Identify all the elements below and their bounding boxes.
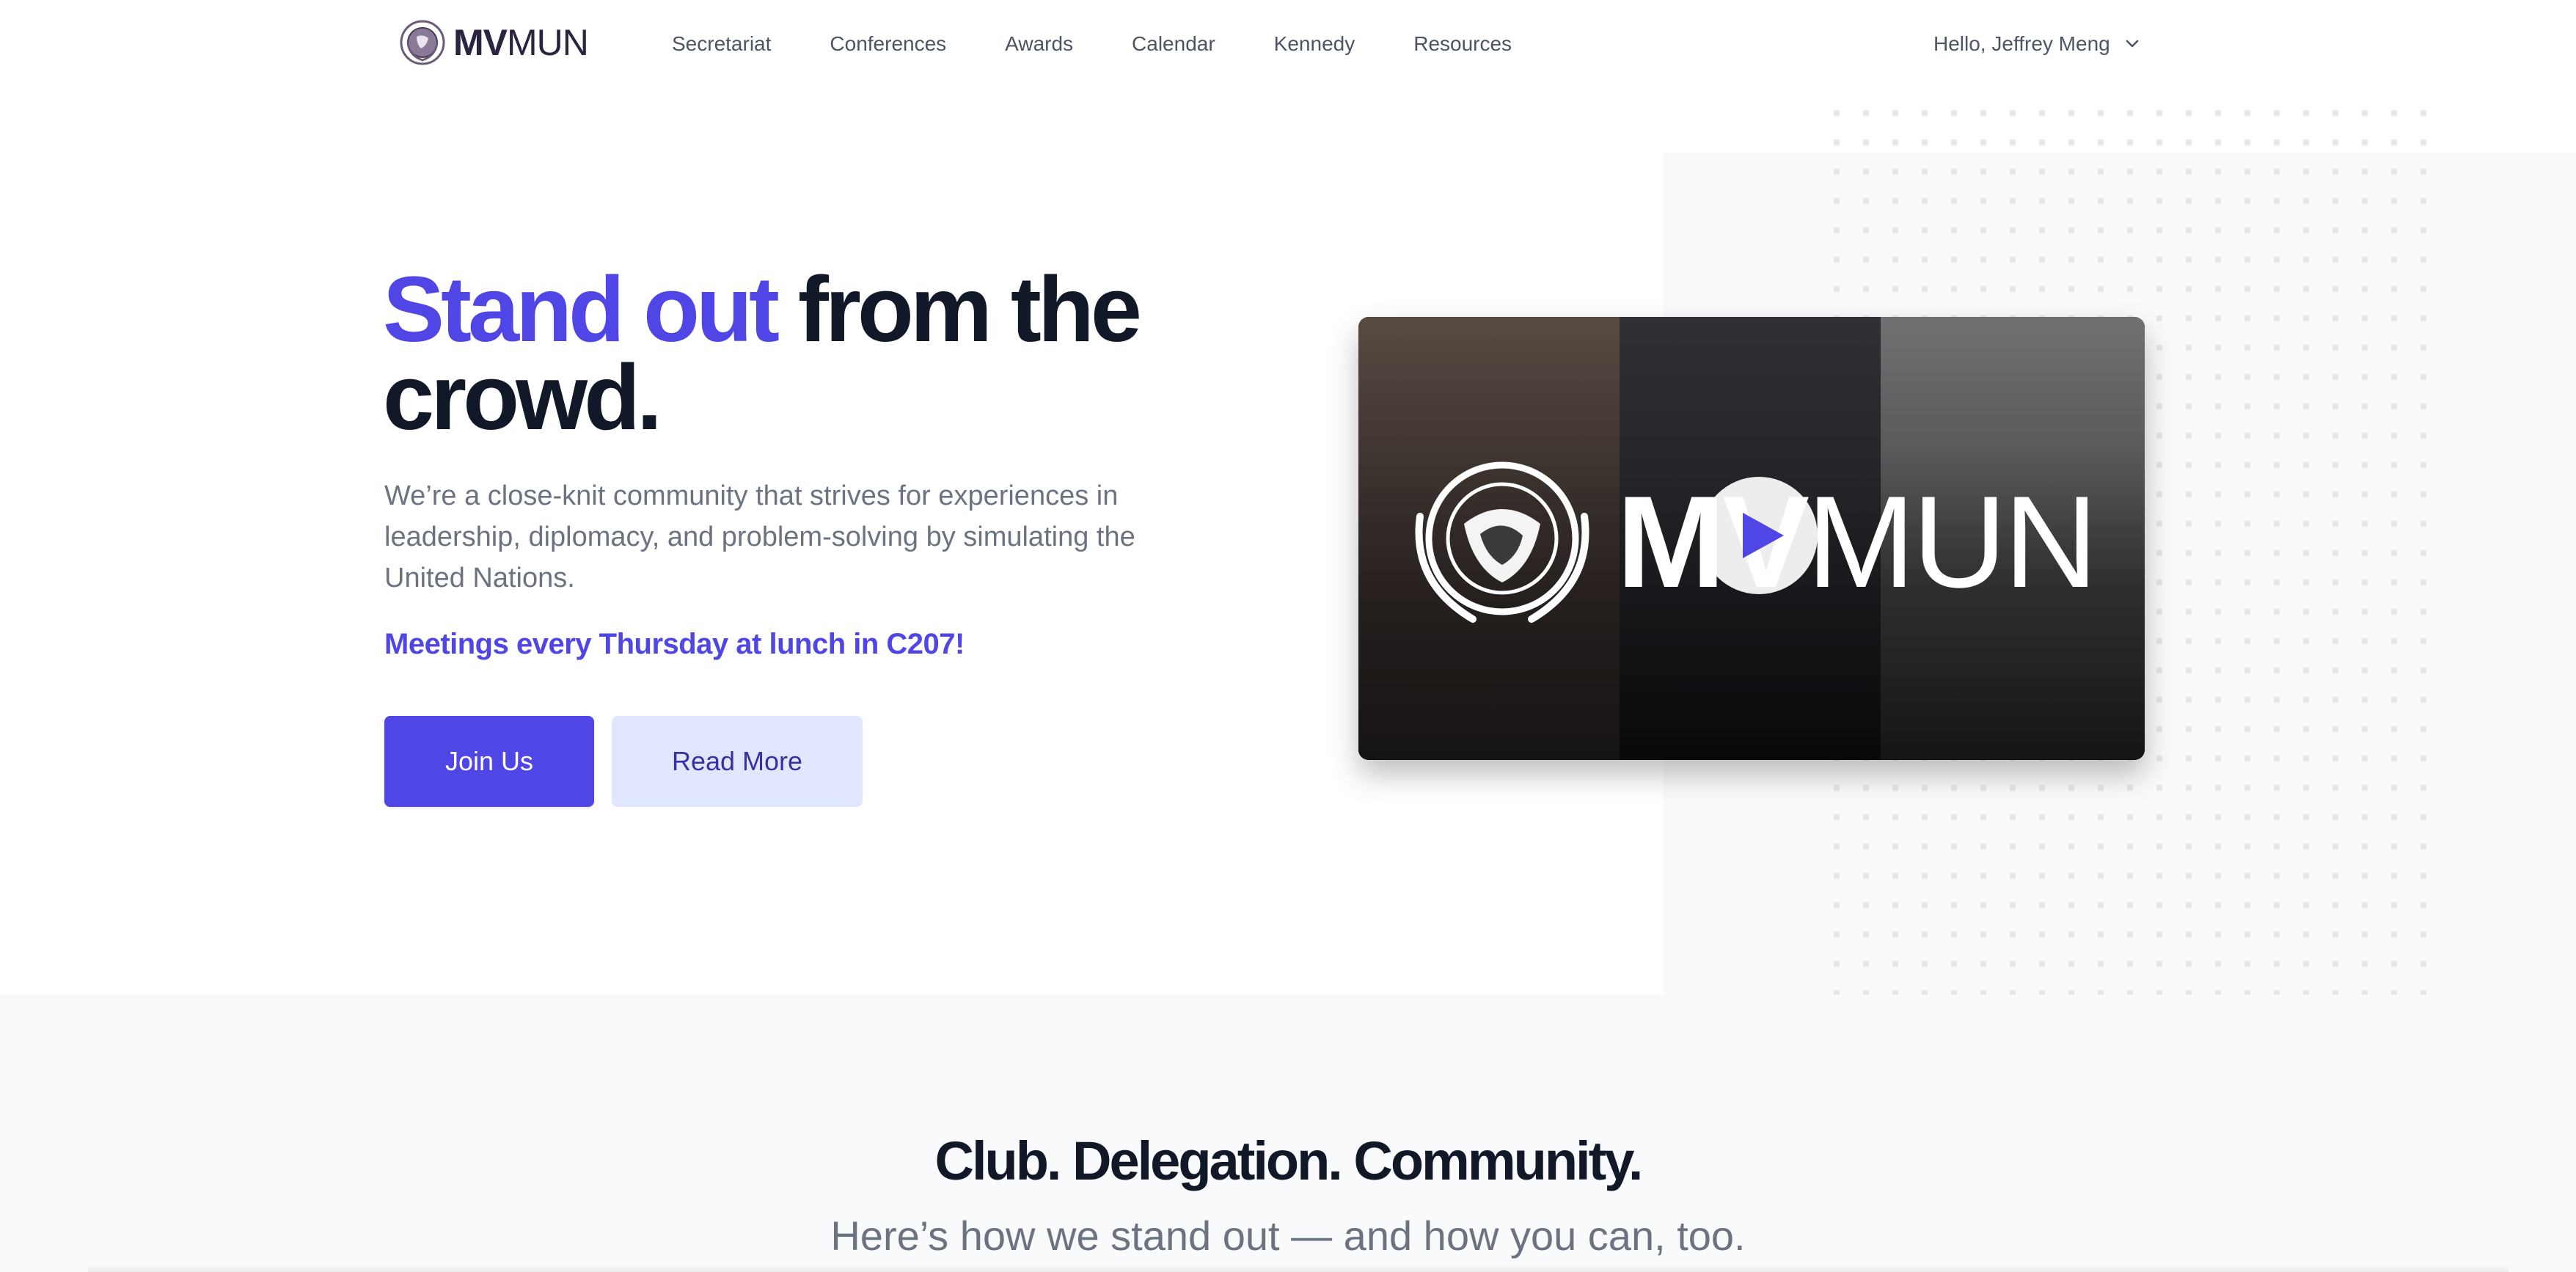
hero-description: We’re a close-knit community that strive…	[384, 480, 1135, 593]
meetings-info: Meetings every Thursday at lunch in C207…	[384, 628, 965, 660]
nav-link-calendar[interactable]: Calendar	[1132, 32, 1215, 56]
join-us-button[interactable]: Join Us	[384, 716, 594, 807]
logo-text: MVMUN	[453, 22, 589, 63]
play-icon	[1743, 513, 1784, 558]
features-subtitle: Here’s how we stand out — and how you ca…	[830, 1213, 1746, 1259]
logo[interactable]: MVMUN	[399, 19, 589, 66]
user-menu[interactable]: Hello, Jeffrey Meng	[1933, 32, 2141, 56]
user-greeting: Hello, Jeffrey Meng	[1933, 32, 2110, 55]
nav-link-secretariat[interactable]: Secretariat	[672, 32, 771, 56]
nav-link-kennedy[interactable]: Kennedy	[1274, 32, 1355, 56]
page: MVMUN Secretariat Conferences Awards Cal…	[0, 0, 2576, 1272]
read-more-button[interactable]: Read More	[612, 716, 863, 807]
un-emblem-icon	[400, 20, 445, 65]
intro-video[interactable]: MVMUN	[1358, 317, 2145, 760]
nav-links: Secretariat Conferences Awards Calendar …	[672, 32, 1570, 56]
play-button[interactable]	[1700, 477, 1818, 594]
hero-title: Stand out from the crowd.	[383, 263, 1263, 444]
card-shadow	[88, 1265, 2509, 1272]
top-nav: MVMUN Secretariat Conferences Awards Cal…	[0, 0, 2576, 95]
nav-link-awards[interactable]: Awards	[1005, 32, 1073, 56]
features-title: Club. Delegation. Community.	[934, 1130, 1644, 1191]
video-title: MVMUN	[1617, 469, 2098, 615]
nav-link-conferences[interactable]: Conferences	[830, 32, 946, 56]
nav-link-resources[interactable]: Resources	[1413, 32, 1512, 56]
chevron-down-icon	[2126, 40, 2139, 48]
